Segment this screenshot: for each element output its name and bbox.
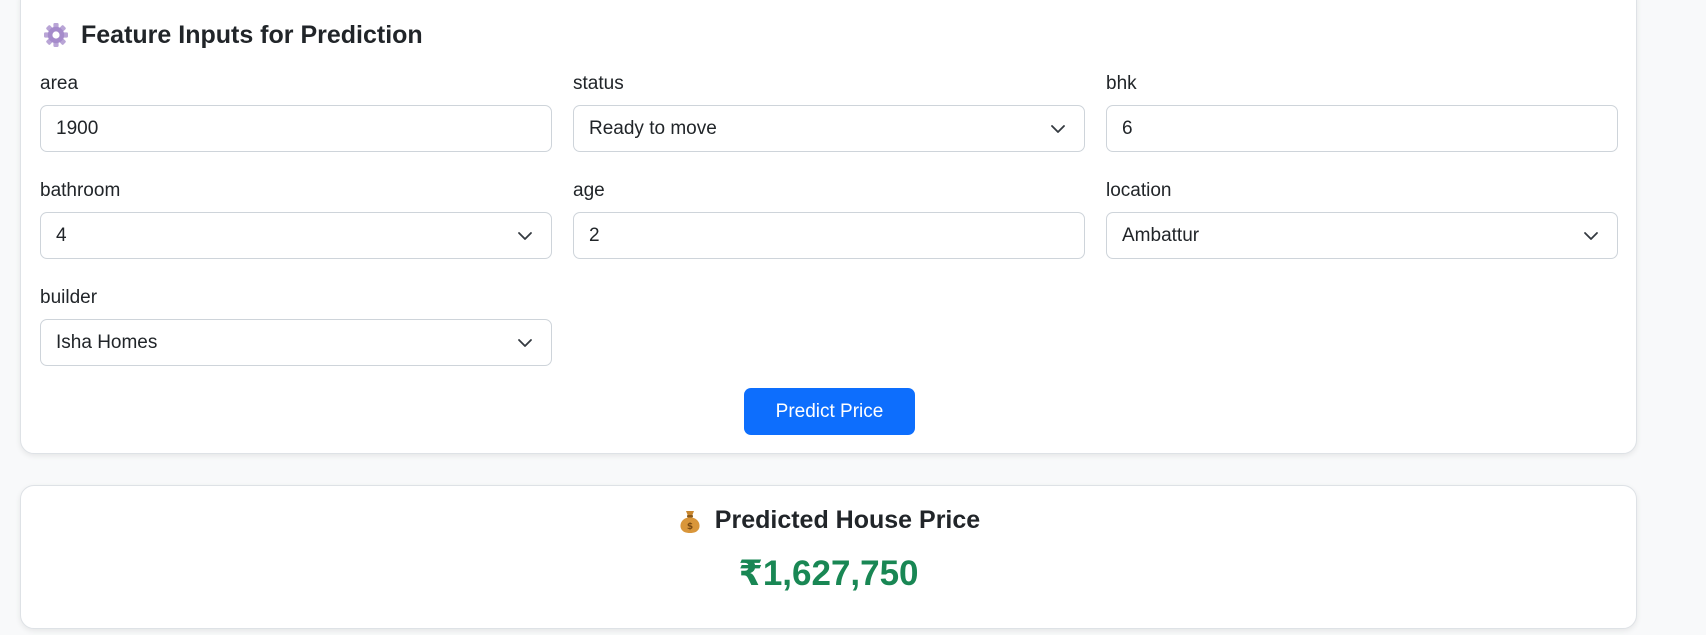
result-card-title-text: Predicted House Price <box>714 506 981 534</box>
builder-select-value: Isha Homes <box>56 331 158 353</box>
area-input-value: 1900 <box>56 117 99 139</box>
bhk-input[interactable]: 6 <box>1106 105 1618 152</box>
builder-label: builder <box>40 287 98 308</box>
age-input-value: 2 <box>589 224 600 246</box>
bathroom-select[interactable]: 4 <box>40 212 552 259</box>
area-label: area <box>40 73 79 94</box>
predict-price-button[interactable]: Predict Price <box>744 388 915 435</box>
location-select-value: Ambattur <box>1122 224 1200 246</box>
feature-inputs-card: Feature Inputs for Prediction area 1900 … <box>20 0 1637 454</box>
chevron-down-icon <box>1584 231 1598 240</box>
status-label: status <box>573 73 624 94</box>
chevron-down-icon <box>1051 124 1065 133</box>
chevron-down-icon <box>518 338 532 347</box>
inputs-card-title: Feature Inputs for Prediction <box>43 19 423 51</box>
bathroom-label: bathroom <box>40 180 121 201</box>
result-card-title: $ Predicted House Price <box>21 506 1636 535</box>
age-label: age <box>573 180 605 201</box>
status-select-value: Ready to move <box>589 117 717 139</box>
builder-select[interactable]: Isha Homes <box>40 319 552 366</box>
age-input[interactable]: 2 <box>573 212 1085 259</box>
gear-icon <box>43 22 69 48</box>
predicted-price-value: ₹1,627,750 <box>738 554 919 593</box>
status-select[interactable]: Ready to move <box>573 105 1085 152</box>
chevron-down-icon <box>518 231 532 240</box>
location-select[interactable]: Ambattur <box>1106 212 1618 259</box>
area-input[interactable]: 1900 <box>40 105 552 152</box>
bhk-label: bhk <box>1106 73 1137 94</box>
money-bag-icon: $ <box>677 508 703 534</box>
svg-text:$: $ <box>687 522 693 532</box>
bathroom-select-value: 4 <box>56 224 67 246</box>
predicted-price-card: $ Predicted House Price ₹1,627,750 <box>20 485 1637 629</box>
bhk-input-value: 6 <box>1122 117 1133 139</box>
inputs-card-title-text: Feature Inputs for Prediction <box>81 20 423 49</box>
location-label: location <box>1106 180 1172 201</box>
